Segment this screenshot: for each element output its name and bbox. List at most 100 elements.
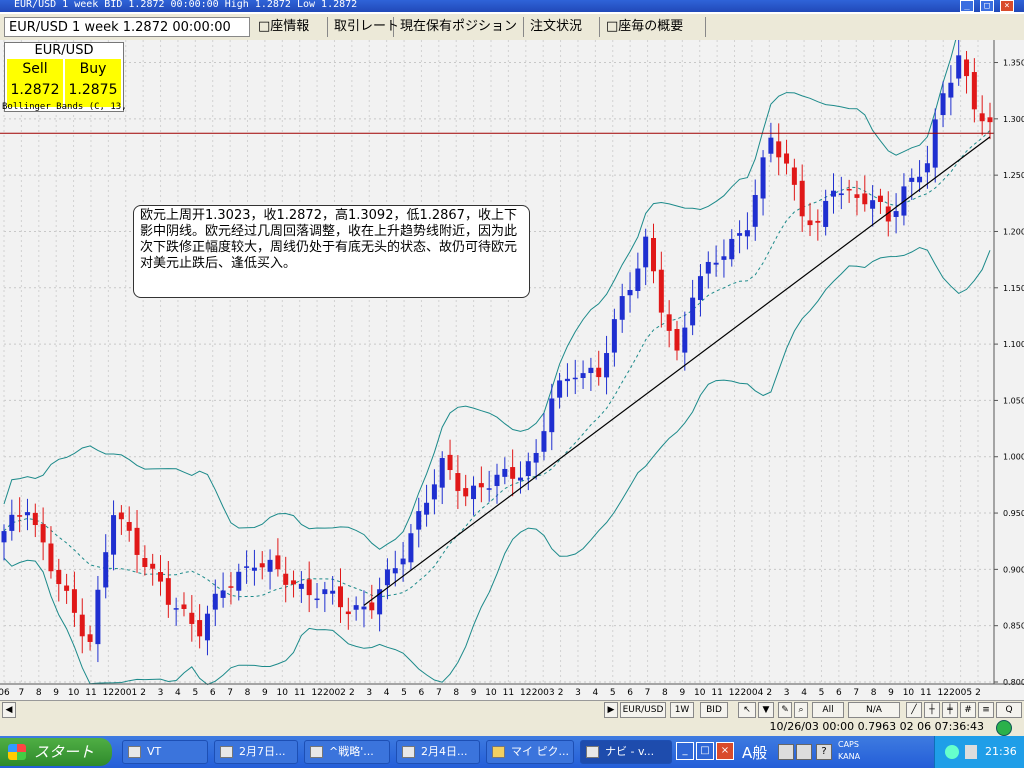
taskbar-item-navi[interactable]: ナビ - v... — [580, 740, 672, 764]
candle-body — [690, 297, 696, 326]
x-tick-label: 9 — [262, 688, 268, 698]
y-tick-label: 0.9000 — [1003, 565, 1024, 574]
taskbar-item-strategy[interactable]: ^戦略'... — [304, 740, 390, 764]
minimize-icon[interactable]: _ — [676, 742, 694, 760]
volume-icon[interactable] — [965, 745, 977, 759]
network-icon[interactable] — [945, 745, 959, 759]
y-tick-label: 1.3000 — [1003, 115, 1024, 124]
buy-quote[interactable]: Buy 1.2875 — [65, 59, 121, 107]
period-button[interactable]: 1W — [670, 702, 694, 718]
taskbar-item-label: ^戦略'... — [329, 745, 374, 758]
candle-body — [267, 559, 273, 572]
buy-value: 1.2875 — [68, 82, 118, 98]
candle-body — [627, 289, 633, 296]
scroll-right-icon[interactable]: ▶ — [604, 702, 618, 718]
help-icon[interactable]: ? — [816, 744, 832, 760]
side-button[interactable]: BID — [700, 702, 728, 718]
chart-scrollbar[interactable]: ◀ ▶ EUR/USD 1W BID ↖ ▼ ✎ ⌕ All N/A ╱ ┼ ╪… — [0, 700, 1024, 719]
candle-body — [486, 488, 492, 490]
candle-body — [165, 578, 171, 605]
candle-body — [134, 527, 140, 555]
candle-body — [854, 194, 860, 198]
x-tick-label: 4 — [801, 688, 807, 698]
candle-body — [431, 484, 437, 500]
x-tick-label: 11 — [85, 688, 96, 698]
taskbar-item-my-pictures[interactable]: マイ ピク... — [486, 740, 574, 764]
tab-chart-eurusd[interactable]: EUR/USD 1 week 1.2872 00:00:00 — [4, 17, 250, 37]
candle-body — [71, 589, 77, 613]
candle-body — [126, 521, 132, 531]
close-icon[interactable]: × — [716, 742, 734, 760]
x-tick-label: 4 — [592, 688, 598, 698]
ime-dictionary-icon[interactable] — [796, 744, 812, 760]
draw-tool-icon[interactable]: ✎ — [778, 702, 792, 718]
eurusd-weekly-chart[interactable]: 1.2872 1.3500 1.3000 1.2500 1.2000 1.1500 1.1… — [0, 5, 1024, 700]
x-tick-label: 9 — [53, 688, 59, 698]
candle-body — [322, 589, 328, 595]
line-tool-icon[interactable]: ╱ — [906, 702, 922, 718]
ime-tool-icon[interactable] — [778, 744, 794, 760]
maximize-icon[interactable]: □ — [980, 0, 994, 12]
ime-indicator[interactable]: A般 — [742, 742, 767, 763]
hline-tool-icon[interactable]: ┼ — [924, 702, 940, 718]
candle-body — [924, 163, 930, 173]
tab-account-info[interactable]: □座情報 — [254, 17, 328, 37]
candle-body — [40, 524, 46, 543]
start-button[interactable]: スタート — [0, 738, 112, 766]
candle-body — [275, 555, 281, 570]
candle-body — [580, 373, 586, 379]
candle-body — [564, 378, 570, 382]
all-button[interactable]: All — [812, 702, 844, 718]
minimize-icon[interactable]: _ — [960, 0, 974, 12]
candle-body — [48, 543, 54, 572]
candle-body — [651, 238, 657, 272]
fib-tool-icon[interactable]: ≡ — [978, 702, 994, 718]
candle-body — [9, 514, 15, 531]
y-tick-label: 1.1000 — [1003, 340, 1024, 349]
candle-body — [517, 477, 523, 481]
y-tick-label: 1.1500 — [1003, 284, 1024, 293]
candle-body — [118, 512, 124, 520]
zoom-icon[interactable]: Q — [996, 702, 1022, 718]
taskbar-item-feb4[interactable]: 2月4日... — [396, 740, 480, 764]
candle-body — [823, 200, 829, 227]
chart-area[interactable]: 1.2872 1.3500 1.3000 1.2500 1.2000 1.1500 1.1… — [0, 5, 1024, 700]
cross-tool-icon[interactable]: ╪ — [942, 702, 958, 718]
grid-tool-icon[interactable]: # — [960, 702, 976, 718]
tab-bar: EUR/USD 1 week 1.2872 00:00:00 □座情報 取引レー… — [0, 14, 1024, 41]
y-tick-label: 1.2500 — [1003, 171, 1024, 180]
taskbar-item-vt[interactable]: VT — [122, 740, 208, 764]
candle-body — [353, 605, 359, 610]
candle-body — [643, 236, 649, 268]
cursor-tool-icon[interactable]: ↖ — [738, 702, 756, 718]
na-button[interactable]: N/A — [848, 702, 900, 718]
candle-body — [471, 485, 477, 500]
candle-body — [611, 319, 617, 353]
candle-body — [79, 614, 85, 637]
candle-body — [799, 180, 805, 217]
dropdown-arrow-icon[interactable]: ▼ — [758, 702, 774, 718]
sell-quote[interactable]: Sell 1.2872 — [7, 59, 63, 107]
x-tick-label: 2002 — [323, 688, 346, 698]
candle-body — [244, 566, 250, 568]
tab-account-summary[interactable]: □座毎の概要 — [602, 17, 706, 37]
tab-positions[interactable]: 現在保有ポジション — [396, 17, 524, 37]
candle-body — [298, 583, 304, 589]
candle-body — [345, 611, 351, 615]
tab-orders[interactable]: 注文状況 — [526, 17, 600, 37]
taskbar-item-feb7[interactable]: 2月7日... — [214, 740, 298, 764]
candle-body — [987, 117, 993, 123]
sell-label: Sell — [22, 61, 48, 77]
restore-icon[interactable]: □ — [696, 742, 714, 760]
candle-body — [24, 512, 30, 516]
candle-body — [494, 474, 500, 487]
window-titlebar[interactable]: EUR/USD 1 week BID 1.2872 00:00:00 High … — [0, 0, 1024, 12]
candle-body — [619, 296, 625, 320]
scroll-left-icon[interactable]: ◀ — [2, 702, 16, 718]
pair-button[interactable]: EUR/USD — [620, 702, 666, 718]
zoom-tool-icon[interactable]: ⌕ — [794, 702, 808, 718]
tab-rates[interactable]: 取引レート — [330, 17, 399, 37]
candle-body — [416, 511, 422, 530]
app-icon — [128, 746, 141, 758]
close-icon[interactable]: × — [1000, 0, 1014, 12]
